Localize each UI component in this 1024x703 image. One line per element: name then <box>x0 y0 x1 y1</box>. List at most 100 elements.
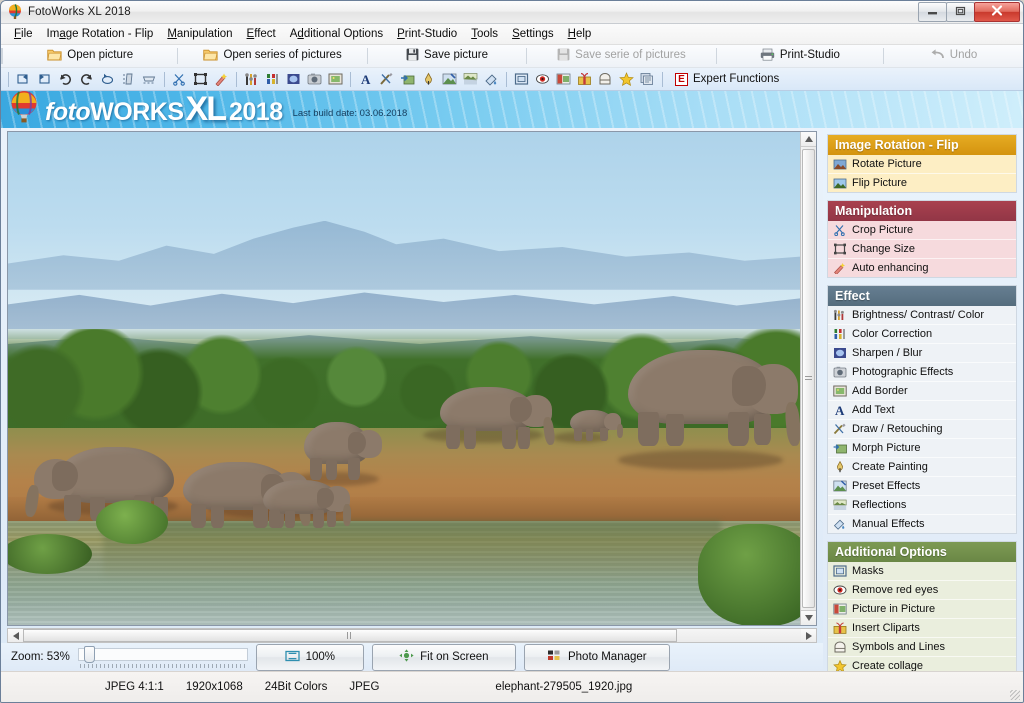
menu-print-studio[interactable]: Print-Studio <box>390 26 464 42</box>
horizontal-scroll-thumb[interactable] <box>23 629 677 642</box>
scroll-up-button[interactable] <box>801 132 816 147</box>
symbols-and-lines-icon[interactable] <box>595 70 616 89</box>
floppy-save-icon <box>406 48 419 64</box>
sidebar-item-create-painting[interactable]: Create Painting <box>828 458 1016 477</box>
horizontal-scrollbar[interactable] <box>7 628 817 643</box>
menu-additional-options[interactable]: Additional Options <box>283 26 390 42</box>
menu-settings[interactable]: Settings <box>505 26 561 42</box>
horizontal-scroll-track[interactable] <box>23 629 801 642</box>
color-correction-icon[interactable] <box>262 70 283 89</box>
remove-red-eyes-icon[interactable] <box>532 70 553 89</box>
sidebar-item-brightness-contrast-color[interactable]: Brightness/ Contrast/ Color <box>828 306 1016 325</box>
sidebar-item-label: Draw / Retouching <box>852 422 943 435</box>
draw-retouching-icon[interactable] <box>376 70 397 89</box>
rotate-free-icon[interactable] <box>97 70 118 89</box>
photo-canvas[interactable] <box>8 132 801 625</box>
zoom-slider[interactable] <box>77 644 248 670</box>
open-series-button[interactable]: Open series of pictures <box>178 45 366 67</box>
resize-grip-icon[interactable] <box>1010 690 1020 700</box>
manual-effects-icon[interactable] <box>481 70 502 89</box>
zoom-slider-ticks <box>79 664 246 668</box>
rotate-ccw-icon[interactable] <box>76 70 97 89</box>
menu-tools[interactable]: Tools <box>464 26 505 42</box>
zoom-slider-track[interactable] <box>77 648 248 661</box>
sidebar-item-add-text[interactable]: A Add Text <box>828 401 1016 420</box>
create-collage-icon[interactable] <box>616 70 637 89</box>
resize-icon[interactable] <box>190 70 211 89</box>
close-button[interactable] <box>974 2 1020 22</box>
status-filename: elephant-279505_1920.jpg <box>495 681 633 693</box>
sidebar-item-photographic-effects[interactable]: Photographic Effects <box>828 363 1016 382</box>
insert-cliparts-icon[interactable] <box>574 70 595 89</box>
sidebar-item-picture-in-picture[interactable]: Picture in Picture <box>828 600 1016 619</box>
logo-year: 2018 <box>228 98 283 126</box>
sidebar-item-masks[interactable]: Masks <box>828 562 1016 581</box>
print-studio-button[interactable]: Print-Studio <box>717 45 884 67</box>
open-picture-button[interactable]: Open picture <box>3 45 177 67</box>
sidebar-item-change-size[interactable]: Change Size <box>828 240 1016 259</box>
vertical-scroll-thumb[interactable] <box>802 149 815 608</box>
sidebar-item-insert-cliparts[interactable]: Insert Cliparts <box>828 619 1016 638</box>
menu-effect[interactable]: Effect <box>240 26 283 42</box>
sidebar-item-rotate-picture[interactable]: Rotate Picture <box>828 155 1016 174</box>
rotate-cw-icon[interactable] <box>55 70 76 89</box>
create-painting-icon[interactable] <box>418 70 439 89</box>
sidebar-item-create-collage[interactable]: Create collage <box>828 657 1016 671</box>
flip-vertical-icon[interactable] <box>118 70 139 89</box>
sidebar-item-manual-effects[interactable]: Manual Effects <box>828 515 1016 533</box>
add-border-icon[interactable] <box>325 70 346 89</box>
reflections-icon[interactable] <box>460 70 481 89</box>
scroll-down-button[interactable] <box>801 610 816 625</box>
flip-horizontal-icon[interactable] <box>139 70 160 89</box>
work-area: Zoom: 53% 100% Fit on Screen Photo Manag… <box>1 128 1023 671</box>
zoom-slider-thumb[interactable] <box>83 646 95 663</box>
save-picture-button[interactable]: Save picture <box>368 45 527 67</box>
sidebar-item-preset-effects[interactable]: Preset Effects <box>828 477 1016 496</box>
sidebar-item-crop-picture[interactable]: Crop Picture <box>828 221 1016 240</box>
minimize-button[interactable] <box>918 2 947 22</box>
vertical-scrollbar[interactable] <box>800 132 816 625</box>
sidebar-item-auto-enhancing[interactable]: Auto enhancing <box>828 259 1016 277</box>
crop-scissors-icon[interactable] <box>169 70 190 89</box>
rotate-right-icon[interactable] <box>34 70 55 89</box>
scroll-right-button[interactable] <box>801 629 816 642</box>
scroll-left-button[interactable] <box>8 629 23 642</box>
sidebar-item-symbols-and-lines[interactable]: Symbols and Lines <box>828 638 1016 657</box>
save-series-label: Save serie of pictures <box>575 49 686 62</box>
sidebar-item-remove-red-eyes[interactable]: Remove red eyes <box>828 581 1016 600</box>
picture-in-picture-icon[interactable] <box>553 70 574 89</box>
save-picture-label: Save picture <box>424 49 488 62</box>
expert-functions-button[interactable]: E Expert Functions <box>667 72 779 86</box>
rotate-left-icon[interactable] <box>13 70 34 89</box>
sidebar-item-add-border[interactable]: Add Border <box>828 382 1016 401</box>
sidebar-item-color-correction[interactable]: Color Correction <box>828 325 1016 344</box>
sidebar-item-flip-picture[interactable]: Flip Picture <box>828 174 1016 192</box>
morph-picture-icon[interactable] <box>397 70 418 89</box>
actual-size-label: 100% <box>305 651 336 663</box>
photo-manager-button[interactable]: Photo Manager <box>523 643 670 671</box>
sidebar-item-label: Flip Picture <box>852 176 908 189</box>
menu-help[interactable]: Help <box>561 26 599 42</box>
logo-xl: XL <box>185 91 227 128</box>
preset-effects-icon[interactable] <box>439 70 460 89</box>
sidebar-item-label: Add Border <box>852 384 908 397</box>
add-text-icon[interactable]: A <box>355 70 376 89</box>
menu-manipulation[interactable]: Manipulation <box>160 26 239 42</box>
batch-processing-icon[interactable] <box>637 70 658 89</box>
sidebar-item-sharpen-blur[interactable]: Sharpen / Blur <box>828 344 1016 363</box>
menu-file[interactable]: File <box>7 26 40 42</box>
sidebar-item-morph-picture[interactable]: Morph Picture <box>828 439 1016 458</box>
sidebar-item-draw-retouching[interactable]: Draw / Retouching <box>828 420 1016 439</box>
masks-icon[interactable] <box>511 70 532 89</box>
menu-image-rotation-flip[interactable]: Image Rotation - Flip <box>40 26 161 42</box>
brightness-contrast-icon[interactable] <box>241 70 262 89</box>
fit-on-screen-button[interactable]: Fit on Screen <box>371 643 516 671</box>
actual-size-button[interactable]: 100% <box>255 643 364 671</box>
maximize-button[interactable] <box>946 2 975 22</box>
sharpen-blur-icon[interactable] <box>283 70 304 89</box>
photographic-effects-icon[interactable] <box>304 70 325 89</box>
add-text-icon: A <box>832 403 847 417</box>
auto-enhance-wand-icon[interactable] <box>211 70 232 89</box>
fit-on-screen-label: Fit on Screen <box>420 651 489 663</box>
sidebar-item-reflections[interactable]: Reflections <box>828 496 1016 515</box>
